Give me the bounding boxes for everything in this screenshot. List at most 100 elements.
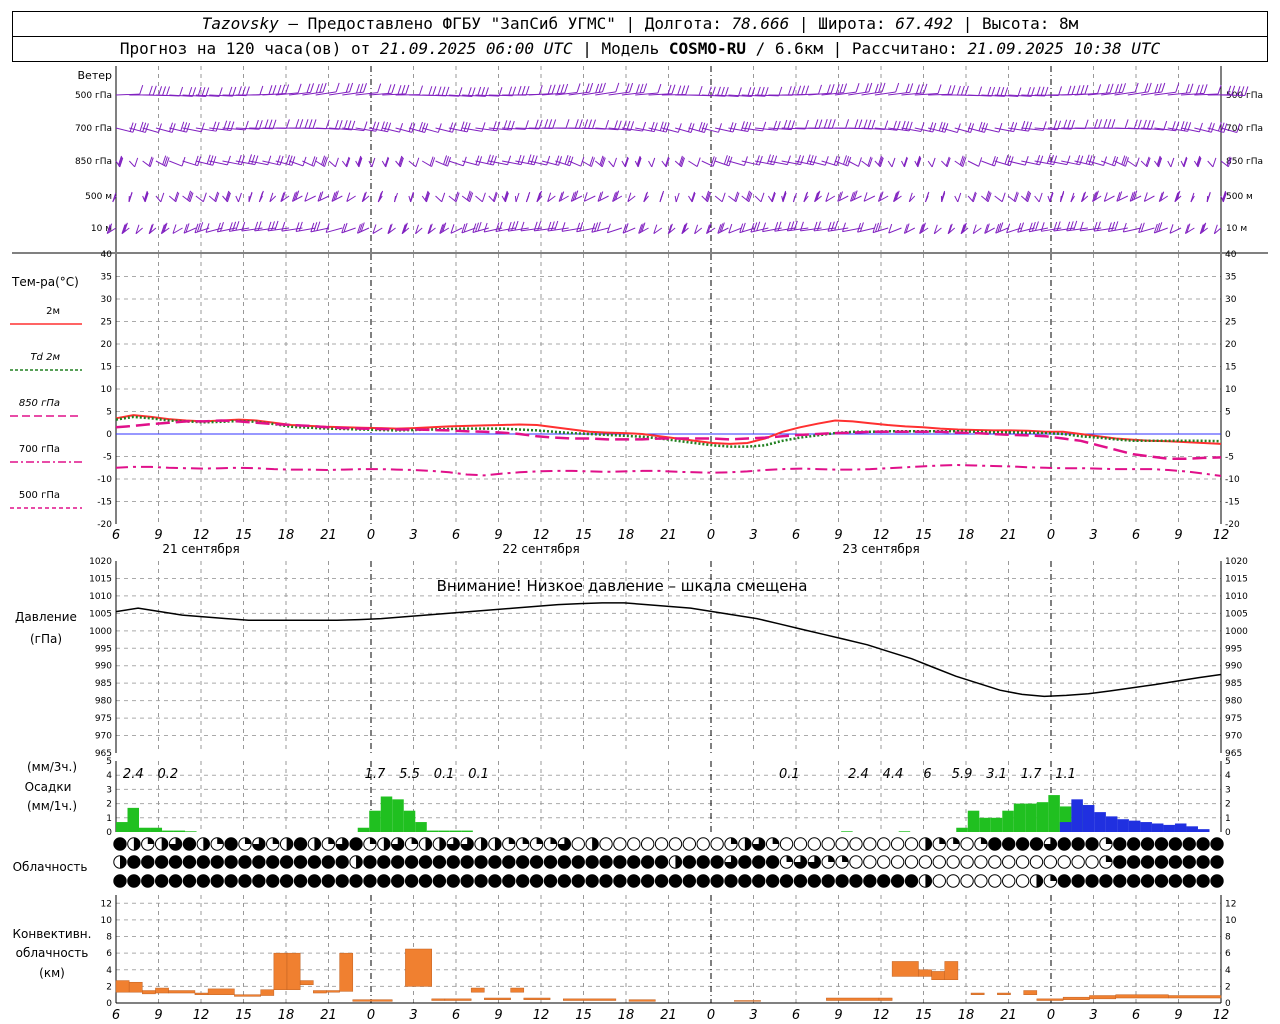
cloud-cover-quarter-fill bbox=[1105, 855, 1113, 862]
cloud-cover-full-icon bbox=[1154, 837, 1169, 851]
wind-barb-flag bbox=[891, 157, 896, 168]
wind-barb-flag bbox=[481, 192, 486, 202]
cloud-cover-quarter-fill bbox=[828, 855, 835, 862]
cloud-cover-full-icon bbox=[1182, 874, 1196, 888]
wind-barb-shaft bbox=[168, 195, 177, 203]
wind-barb-flag bbox=[786, 155, 791, 165]
cloud-cover-clear-icon bbox=[1043, 855, 1058, 869]
convective-cloud-bar bbox=[115, 980, 130, 993]
wind-barb-flag bbox=[312, 119, 317, 129]
wind-barb-flag bbox=[1122, 222, 1127, 233]
wind-barb-shaft bbox=[435, 195, 443, 203]
wind-barb-flag bbox=[288, 155, 293, 165]
wind-barb-flag bbox=[514, 220, 519, 231]
y-tick-label-right: -5 bbox=[1225, 453, 1234, 463]
cloud-cover-full-icon bbox=[196, 855, 211, 869]
wind-barb-flag bbox=[831, 119, 836, 129]
wind-barb-shaft bbox=[661, 160, 667, 168]
y-tick-label-left: 990 bbox=[95, 662, 112, 672]
wind-barb-flag bbox=[1157, 83, 1162, 93]
wind-barb-flag bbox=[681, 85, 686, 95]
wind-barb-flag bbox=[1199, 84, 1204, 94]
precip-rain-bar bbox=[392, 799, 404, 832]
wind-barb-flag bbox=[215, 122, 220, 132]
cloud-cover-full-icon bbox=[335, 874, 349, 888]
wind-barb-flag bbox=[424, 123, 429, 133]
cloud-cover-full-icon bbox=[460, 855, 474, 869]
y-tick-label-left: 4 bbox=[106, 771, 112, 781]
wind-barb-flag bbox=[1036, 86, 1041, 96]
convective-cloud-bar bbox=[878, 997, 893, 1001]
y-tick-label-right: 25 bbox=[1225, 318, 1236, 328]
wind-barb-flag bbox=[805, 85, 810, 95]
wind-barb-flag bbox=[687, 122, 692, 132]
wind-barb-flag bbox=[944, 123, 949, 133]
x-tick-label: 12 bbox=[533, 528, 550, 543]
precip-panel-title: Осадки bbox=[25, 780, 72, 794]
wind-barb-flag bbox=[432, 86, 437, 96]
wind-barb-shaft bbox=[195, 195, 204, 203]
wind-barb-shaft bbox=[847, 160, 859, 167]
wind-barb-flag bbox=[1034, 221, 1039, 231]
wind-barb-flag bbox=[334, 119, 339, 130]
wind-barb-shaft bbox=[1047, 195, 1051, 203]
wind-barb-flag bbox=[212, 156, 217, 166]
wind-barb-flag bbox=[576, 83, 581, 93]
wind-barb-flag bbox=[180, 121, 185, 131]
wind-barb-flag bbox=[854, 119, 859, 129]
wind-barb-flag bbox=[391, 84, 396, 94]
wind-barb-flag bbox=[277, 84, 282, 95]
wind-barb-flag bbox=[659, 121, 664, 131]
wind-barb-flag bbox=[264, 119, 269, 129]
cloud-cover-full-icon bbox=[710, 874, 724, 888]
wind-barb-flag bbox=[1079, 221, 1084, 232]
cloud-cover-clear-icon bbox=[960, 874, 974, 888]
wind-barb-flag bbox=[574, 119, 579, 129]
wind-barb-flag bbox=[755, 155, 760, 165]
wind-barb-flag bbox=[703, 123, 708, 133]
wind-barb-flag bbox=[696, 157, 701, 167]
wind-barb-flag bbox=[349, 82, 354, 93]
convective-cloud-bar bbox=[510, 987, 525, 993]
x-tick-label-bottom: 18 bbox=[278, 1008, 295, 1023]
wind-barb-flag bbox=[981, 122, 986, 132]
wind-barb-flag bbox=[584, 119, 589, 129]
cloud-cover-quarter-fill bbox=[939, 837, 946, 844]
wind-barb-flag bbox=[970, 123, 975, 133]
cloud-cover-quarter-fill bbox=[522, 837, 529, 844]
convective-cloud-bar bbox=[734, 1000, 761, 1002]
wind-barb-flag bbox=[134, 157, 139, 168]
wind-barb-flag bbox=[858, 157, 862, 167]
cloud-cover-full-icon bbox=[1196, 837, 1210, 851]
cloud-cover-full-icon bbox=[696, 874, 710, 888]
cloud-cover-full-icon bbox=[654, 855, 669, 869]
cloud-cover-full-icon bbox=[1002, 837, 1016, 851]
wind-barb-flag bbox=[1098, 119, 1102, 129]
wind-barb-flag bbox=[1066, 221, 1071, 231]
precip-3h-label: 0.2 bbox=[157, 767, 178, 782]
wind-barb-flag bbox=[857, 222, 862, 233]
wind-barb-flag bbox=[281, 84, 286, 94]
wind-barb-flag bbox=[1203, 84, 1208, 94]
wind-barb-flag bbox=[483, 222, 488, 233]
wind-barb-flag bbox=[558, 156, 563, 166]
wind-barb-flag bbox=[408, 122, 413, 132]
x-tick-label-bottom: 21 bbox=[660, 1008, 677, 1023]
cloud-cover-full-icon bbox=[460, 874, 474, 888]
cloud-cover-full-icon bbox=[279, 855, 294, 869]
wind-barb-flag bbox=[371, 157, 376, 168]
cloud-cover-full-icon bbox=[654, 874, 669, 888]
y-tick-label-left: 0 bbox=[106, 430, 112, 440]
x-tick-label-bottom: 6 bbox=[1132, 1008, 1140, 1023]
convective-cloud-bar bbox=[997, 992, 1011, 995]
precip-3h-label: 1.7 bbox=[365, 767, 386, 782]
cloud-cover-half-fill bbox=[286, 837, 293, 851]
wind-barb-flag bbox=[1161, 82, 1166, 93]
wind-barb-flag bbox=[538, 119, 543, 130]
wind-barb-flag bbox=[507, 221, 512, 232]
convective-cloud-bar bbox=[326, 990, 340, 993]
wind-barb-flag bbox=[183, 122, 188, 132]
wind-barb-flag bbox=[1076, 85, 1081, 95]
wind-barb-flag bbox=[756, 86, 761, 97]
wind-barb-flag bbox=[564, 155, 569, 165]
